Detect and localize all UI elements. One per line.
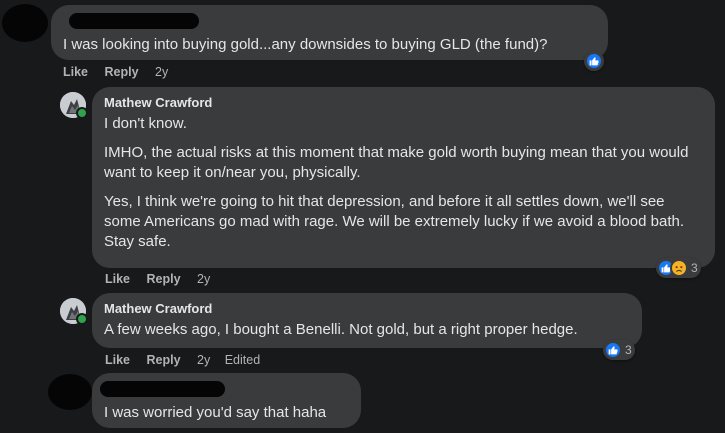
like-button[interactable]: Like	[63, 65, 88, 79]
reaction-count: 3	[691, 261, 698, 275]
comment-text: A few weeks ago, I bought a Benelli. Not…	[104, 321, 578, 338]
comment-bubble: Mathew Crawford I don't know. IMHO, the …	[92, 87, 715, 268]
comment-thread: I was looking into buying gold...any dow…	[0, 0, 725, 433]
comment-paragraph: IMHO, the actual risks at this moment th…	[104, 144, 689, 181]
reaction-summary[interactable]	[584, 51, 604, 71]
comment-paragraph: I don't know.	[104, 115, 187, 132]
avatar[interactable]	[60, 298, 88, 325]
avatar-redacted[interactable]	[2, 4, 48, 42]
comment-bubble: Mathew Crawford A few weeks ago, I bough…	[92, 293, 642, 348]
comment-bubble: I was looking into buying gold...any dow…	[51, 5, 608, 60]
timestamp[interactable]: 2y	[197, 272, 210, 286]
online-status-icon	[76, 107, 88, 119]
comment-text: I was looking into buying gold...any dow…	[63, 36, 548, 53]
edited-label[interactable]: Edited	[225, 353, 260, 367]
avatar-redacted[interactable]	[48, 374, 92, 410]
author-name-redacted[interactable]	[69, 13, 199, 29]
reply-button[interactable]: Reply	[147, 353, 181, 367]
sad-reaction-icon	[670, 259, 688, 277]
comment-paragraph: Yes, I think we're going to hit that dep…	[104, 193, 684, 250]
timestamp[interactable]: 2y	[155, 65, 168, 79]
comment-author[interactable]: Mathew Crawford	[104, 301, 630, 317]
comment-actions: Like Reply 2y	[105, 271, 221, 287]
like-button[interactable]: Like	[105, 353, 130, 367]
reply-button[interactable]: Reply	[147, 272, 181, 286]
like-reaction-icon	[604, 341, 622, 359]
reply-button[interactable]: Reply	[105, 65, 139, 79]
like-reaction-icon	[585, 52, 603, 70]
online-status-icon	[76, 313, 88, 325]
comment-author[interactable]: Mathew Crawford	[104, 95, 703, 111]
author-name-redacted[interactable]	[100, 381, 225, 397]
like-button[interactable]: Like	[105, 272, 130, 286]
comment-bubble: I was worried you'd say that haha	[92, 373, 361, 428]
reaction-summary[interactable]: 3	[656, 258, 701, 278]
avatar[interactable]	[60, 92, 88, 119]
comment-actions: Like Reply 2y Edited	[105, 352, 271, 368]
timestamp[interactable]: 2y	[197, 353, 210, 367]
comment-text: I was worried you'd say that haha	[104, 404, 327, 421]
comment-actions: Like Reply 2y	[63, 64, 179, 80]
reaction-summary[interactable]: 3	[603, 340, 635, 360]
reaction-count: 3	[625, 343, 632, 357]
